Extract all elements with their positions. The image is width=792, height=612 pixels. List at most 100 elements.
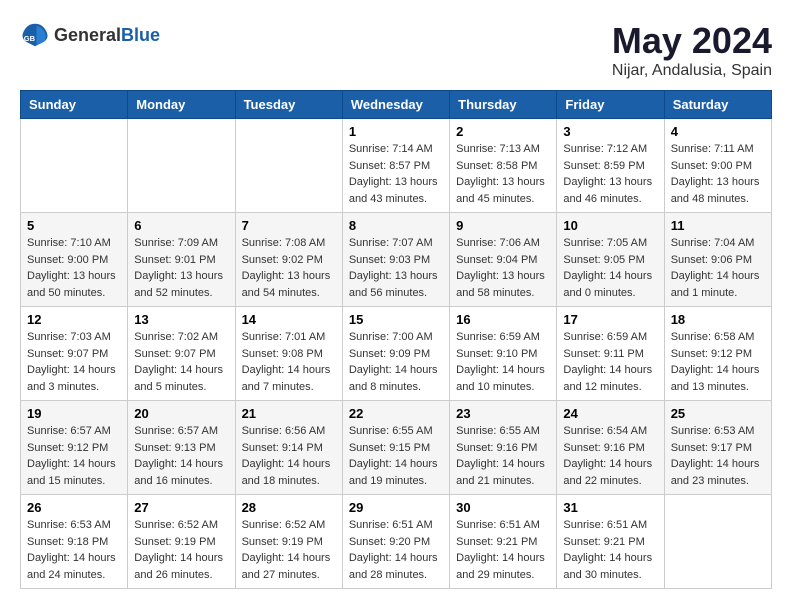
sunset: Sunset: 9:02 PM: [242, 254, 323, 266]
table-cell: 12 Sunrise: 7:03 AM Sunset: 9:07 PM Dayl…: [21, 307, 128, 401]
day-number: 3: [563, 124, 657, 139]
day-number: 29: [349, 500, 443, 515]
day-info: Sunrise: 6:55 AM Sunset: 9:15 PM Dayligh…: [349, 423, 443, 489]
header-friday: Friday: [557, 91, 664, 119]
day-info: Sunrise: 6:57 AM Sunset: 9:12 PM Dayligh…: [27, 423, 121, 489]
day-number: 24: [563, 406, 657, 421]
day-info: Sunrise: 7:03 AM Sunset: 9:07 PM Dayligh…: [27, 329, 121, 395]
sunset: Sunset: 9:12 PM: [27, 442, 108, 454]
day-info: Sunrise: 6:56 AM Sunset: 9:14 PM Dayligh…: [242, 423, 336, 489]
table-cell: 15 Sunrise: 7:00 AM Sunset: 9:09 PM Dayl…: [342, 307, 449, 401]
day-info: Sunrise: 7:02 AM Sunset: 9:07 PM Dayligh…: [134, 329, 228, 395]
daylight-hours: Daylight: 14 hours and 21 minutes.: [456, 458, 545, 487]
sunrise: Sunrise: 7:11 AM: [671, 143, 754, 155]
week-row-1: 1 Sunrise: 7:14 AM Sunset: 8:57 PM Dayli…: [21, 119, 772, 213]
month-title: May 2024: [612, 20, 772, 62]
header-monday: Monday: [128, 91, 235, 119]
day-info: Sunrise: 6:53 AM Sunset: 9:18 PM Dayligh…: [27, 517, 121, 583]
sunrise: Sunrise: 6:59 AM: [456, 331, 540, 343]
day-number: 2: [456, 124, 550, 139]
daylight-hours: Daylight: 13 hours and 43 minutes.: [349, 176, 438, 205]
svg-text:GB: GB: [24, 34, 36, 43]
table-cell: [235, 119, 342, 213]
day-number: 19: [27, 406, 121, 421]
day-number: 8: [349, 218, 443, 233]
table-cell: 16 Sunrise: 6:59 AM Sunset: 9:10 PM Dayl…: [450, 307, 557, 401]
logo-blue: Blue: [121, 25, 160, 45]
daylight-hours: Daylight: 14 hours and 19 minutes.: [349, 458, 438, 487]
day-number: 21: [242, 406, 336, 421]
sunset: Sunset: 9:05 PM: [563, 254, 644, 266]
sunrise: Sunrise: 6:54 AM: [563, 425, 647, 437]
daylight-hours: Daylight: 14 hours and 3 minutes.: [27, 364, 116, 393]
logo: GB GeneralBlue: [20, 20, 160, 50]
day-number: 18: [671, 312, 765, 327]
sunset: Sunset: 9:00 PM: [671, 160, 752, 172]
day-info: Sunrise: 7:01 AM Sunset: 9:08 PM Dayligh…: [242, 329, 336, 395]
sunrise: Sunrise: 6:55 AM: [349, 425, 433, 437]
daylight-hours: Daylight: 13 hours and 45 minutes.: [456, 176, 545, 205]
table-cell: 9 Sunrise: 7:06 AM Sunset: 9:04 PM Dayli…: [450, 213, 557, 307]
sunrise: Sunrise: 7:04 AM: [671, 237, 755, 249]
table-cell: 23 Sunrise: 6:55 AM Sunset: 9:16 PM Dayl…: [450, 401, 557, 495]
sunset: Sunset: 9:16 PM: [563, 442, 644, 454]
day-info: Sunrise: 6:59 AM Sunset: 9:11 PM Dayligh…: [563, 329, 657, 395]
daylight-hours: Daylight: 14 hours and 8 minutes.: [349, 364, 438, 393]
table-cell: 21 Sunrise: 6:56 AM Sunset: 9:14 PM Dayl…: [235, 401, 342, 495]
table-cell: 29 Sunrise: 6:51 AM Sunset: 9:20 PM Dayl…: [342, 495, 449, 589]
week-row-5: 26 Sunrise: 6:53 AM Sunset: 9:18 PM Dayl…: [21, 495, 772, 589]
day-number: 9: [456, 218, 550, 233]
header-wednesday: Wednesday: [342, 91, 449, 119]
calendar: Sunday Monday Tuesday Wednesday Thursday…: [20, 90, 772, 589]
daylight-hours: Daylight: 14 hours and 28 minutes.: [349, 552, 438, 581]
sunset: Sunset: 9:03 PM: [349, 254, 430, 266]
day-info: Sunrise: 6:57 AM Sunset: 9:13 PM Dayligh…: [134, 423, 228, 489]
day-number: 17: [563, 312, 657, 327]
table-cell: 19 Sunrise: 6:57 AM Sunset: 9:12 PM Dayl…: [21, 401, 128, 495]
table-cell: 4 Sunrise: 7:11 AM Sunset: 9:00 PM Dayli…: [664, 119, 771, 213]
sunset: Sunset: 9:17 PM: [671, 442, 752, 454]
sunrise: Sunrise: 6:57 AM: [134, 425, 218, 437]
day-number: 16: [456, 312, 550, 327]
sunset: Sunset: 9:12 PM: [671, 348, 752, 360]
table-cell: 7 Sunrise: 7:08 AM Sunset: 9:02 PM Dayli…: [235, 213, 342, 307]
sunrise: Sunrise: 6:55 AM: [456, 425, 540, 437]
sunrise: Sunrise: 7:05 AM: [563, 237, 647, 249]
sunrise: Sunrise: 6:56 AM: [242, 425, 326, 437]
sunrise: Sunrise: 6:51 AM: [349, 519, 433, 531]
sunset: Sunset: 8:57 PM: [349, 160, 430, 172]
sunset: Sunset: 9:21 PM: [563, 536, 644, 548]
sunset: Sunset: 9:19 PM: [242, 536, 323, 548]
daylight-hours: Daylight: 14 hours and 18 minutes.: [242, 458, 331, 487]
table-cell: 8 Sunrise: 7:07 AM Sunset: 9:03 PM Dayli…: [342, 213, 449, 307]
day-info: Sunrise: 6:51 AM Sunset: 9:20 PM Dayligh…: [349, 517, 443, 583]
sunset: Sunset: 9:13 PM: [134, 442, 215, 454]
sunset: Sunset: 9:00 PM: [27, 254, 108, 266]
day-info: Sunrise: 6:52 AM Sunset: 9:19 PM Dayligh…: [242, 517, 336, 583]
daylight-hours: Daylight: 14 hours and 15 minutes.: [27, 458, 116, 487]
logo-text: GeneralBlue: [54, 25, 160, 46]
sunrise: Sunrise: 7:06 AM: [456, 237, 540, 249]
sunset: Sunset: 9:10 PM: [456, 348, 537, 360]
daylight-hours: Daylight: 13 hours and 58 minutes.: [456, 270, 545, 299]
logo-general: General: [54, 25, 121, 45]
day-number: 11: [671, 218, 765, 233]
sunrise: Sunrise: 7:01 AM: [242, 331, 326, 343]
table-cell: [128, 119, 235, 213]
day-number: 23: [456, 406, 550, 421]
daylight-hours: Daylight: 14 hours and 30 minutes.: [563, 552, 652, 581]
day-info: Sunrise: 6:54 AM Sunset: 9:16 PM Dayligh…: [563, 423, 657, 489]
table-cell: 17 Sunrise: 6:59 AM Sunset: 9:11 PM Dayl…: [557, 307, 664, 401]
sunrise: Sunrise: 7:12 AM: [563, 143, 647, 155]
sunset: Sunset: 9:16 PM: [456, 442, 537, 454]
sunset: Sunset: 8:58 PM: [456, 160, 537, 172]
title-section: May 2024 Nijar, Andalusia, Spain: [612, 20, 772, 80]
day-info: Sunrise: 6:59 AM Sunset: 9:10 PM Dayligh…: [456, 329, 550, 395]
daylight-hours: Daylight: 13 hours and 50 minutes.: [27, 270, 116, 299]
daylight-hours: Daylight: 14 hours and 12 minutes.: [563, 364, 652, 393]
week-row-4: 19 Sunrise: 6:57 AM Sunset: 9:12 PM Dayl…: [21, 401, 772, 495]
sunrise: Sunrise: 7:14 AM: [349, 143, 433, 155]
table-cell: 20 Sunrise: 6:57 AM Sunset: 9:13 PM Dayl…: [128, 401, 235, 495]
day-info: Sunrise: 7:07 AM Sunset: 9:03 PM Dayligh…: [349, 235, 443, 301]
sunrise: Sunrise: 6:53 AM: [27, 519, 111, 531]
